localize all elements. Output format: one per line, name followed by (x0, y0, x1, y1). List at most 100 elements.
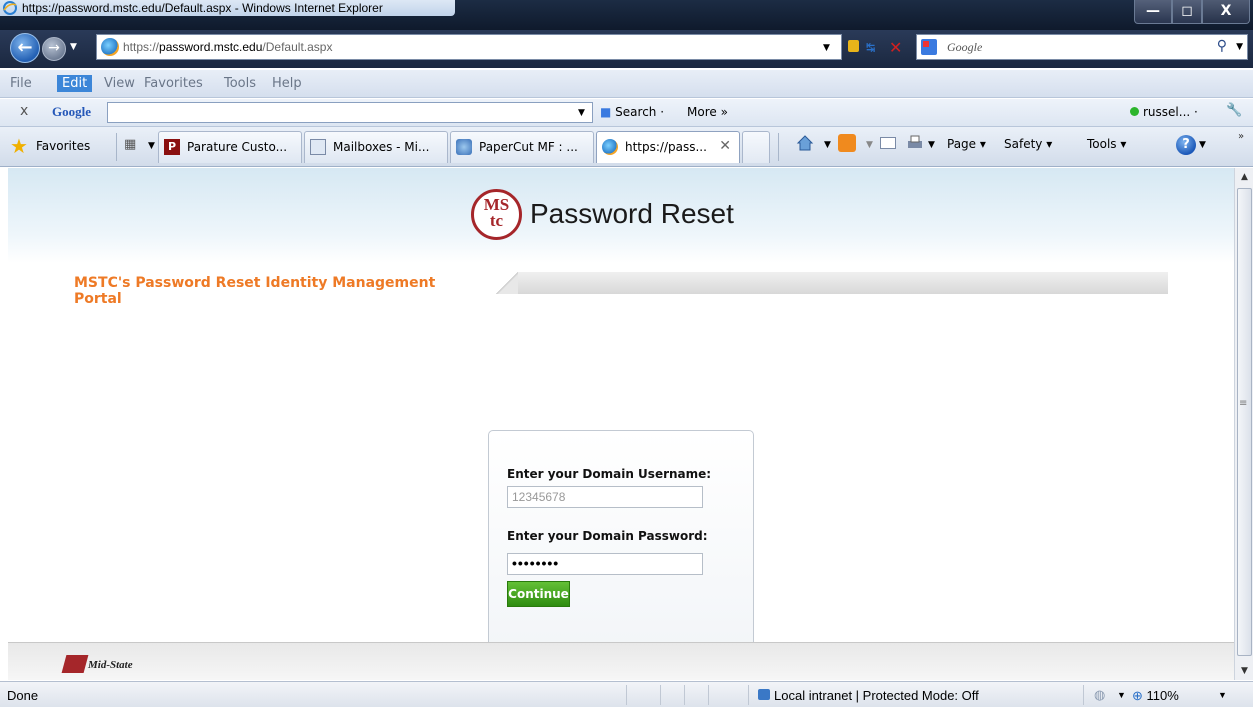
tab-label: https://pass... (625, 140, 707, 154)
lock-icon[interactable] (848, 40, 859, 52)
continue-button[interactable]: Continue (507, 581, 570, 607)
protected-mode-globe-icon[interactable]: ◍ (1094, 687, 1105, 703)
chevron-more-icon[interactable]: » (1238, 131, 1244, 142)
mid-state-logo-icon (61, 655, 89, 673)
portal-heading-band (504, 272, 1168, 294)
vertical-scrollbar[interactable]: ▲ ≡ ▼ (1234, 168, 1253, 680)
quick-tabs-icon[interactable]: ▦ (124, 137, 136, 152)
scroll-up-icon[interactable]: ▲ (1235, 168, 1253, 186)
url-scheme: https:// (123, 40, 160, 54)
site-icon (602, 139, 618, 155)
minimize-button[interactable]: — (1134, 0, 1172, 24)
print-dropdown-icon[interactable]: ▼ (928, 140, 935, 150)
scroll-down-icon[interactable]: ▼ (1235, 662, 1253, 680)
menu-bar: File Edit View Favorites Tools Help (0, 70, 1253, 98)
tab-parature[interactable]: P Parature Custo... (158, 131, 302, 163)
back-button[interactable]: ← (10, 33, 40, 63)
google-more-button[interactable]: More » (687, 105, 728, 119)
home-dropdown-icon[interactable]: ▼ (824, 140, 831, 150)
favorites-star-icon[interactable]: ★ (10, 136, 28, 156)
separator (626, 685, 627, 705)
papercut-icon (456, 139, 472, 155)
home-icon[interactable] (796, 134, 814, 152)
zoom-dropdown-icon[interactable]: ▼ (1218, 690, 1227, 700)
portal-heading-slant (496, 272, 518, 294)
address-dropdown-icon[interactable]: ▼ (823, 43, 830, 53)
menu-favorites[interactable]: Favorites (144, 76, 203, 91)
page-header: MS tc Password Reset (8, 168, 1234, 263)
separator (778, 133, 779, 161)
tab-password-reset[interactable]: https://pass... ✕ (596, 131, 740, 163)
portal-heading-bar: MSTC's Password Reset Identity Managemen… (64, 272, 1168, 307)
url-path: /Default.aspx (262, 40, 333, 54)
address-url[interactable]: https://password.mstc.edu/Default.aspx (123, 40, 332, 54)
tab-list-dropdown-icon[interactable]: ▼ (148, 141, 155, 151)
history-dropdown-icon[interactable]: ▼ (70, 42, 77, 52)
tab-mailboxes[interactable]: Mailboxes - Mi... (304, 131, 448, 163)
scrollbar-grip-icon: ≡ (1239, 398, 1248, 409)
username-field[interactable]: 12345678 (507, 486, 703, 508)
read-mail-icon[interactable] (880, 137, 896, 149)
feeds-icon[interactable] (838, 134, 856, 152)
google-user-name: russel... · (1143, 105, 1198, 119)
zoom-value: 110% (1146, 688, 1179, 703)
close-tab-icon[interactable]: ✕ (719, 138, 731, 154)
tab-label: PaperCut MF : ... (479, 140, 578, 154)
address-bar[interactable]: https://password.mstc.edu/Default.aspx (96, 34, 842, 60)
favorites-bar: ★ Favorites ▦ ▼ P Parature Custo... Mail… (0, 127, 1253, 167)
tools-menu[interactable]: Tools ▾ (1087, 137, 1126, 151)
tab-papercut[interactable]: PaperCut MF : ... (450, 131, 594, 163)
username-label: Enter your Domain Username: (507, 467, 712, 481)
stop-icon[interactable]: ✕ (889, 38, 902, 57)
forward-button[interactable]: → (42, 37, 66, 61)
close-window-button[interactable]: X (1202, 0, 1250, 24)
google-g-icon: ■ (600, 105, 612, 119)
scrollbar-thumb[interactable] (1237, 188, 1252, 656)
google-search-button[interactable]: ■ Search · (600, 105, 664, 119)
help-dropdown-icon[interactable]: ▼ (1199, 140, 1206, 150)
maximize-button[interactable]: ◻ (1172, 0, 1202, 24)
mailbox-icon (310, 139, 326, 155)
logo-line2: tc (489, 211, 504, 230)
menu-view[interactable]: View (104, 76, 135, 91)
new-tab-button[interactable] (742, 131, 770, 163)
separator (660, 685, 661, 705)
toolbar-close-icon[interactable]: x (20, 103, 28, 119)
parature-icon: P (164, 139, 180, 155)
google-toolbar: x Google ▼ ■ Search · More » russel... ·… (0, 99, 1253, 127)
ie-logo-icon (3, 1, 17, 15)
security-zone[interactable]: Local intranet | Protected Mode: Off (774, 688, 979, 703)
page-content: MS tc Password Reset MSTC's Password Res… (8, 168, 1234, 680)
help-icon[interactable]: ? (1176, 135, 1196, 155)
zoom-level[interactable]: ⊕ 110% (1132, 688, 1179, 704)
password-field[interactable]: •••••••• (507, 553, 703, 575)
google-search-dropdown-icon[interactable]: ▼ (578, 108, 585, 118)
status-text: Done (7, 688, 39, 703)
zone-dropdown-icon[interactable]: ▼ (1117, 690, 1126, 700)
wrench-icon[interactable]: 🔧 (1226, 103, 1242, 118)
print-icon[interactable] (906, 134, 924, 152)
google-search-provider-icon (921, 39, 937, 55)
menu-edit[interactable]: Edit (57, 75, 93, 92)
title-bar: https://password.mstc.edu/Default.aspx -… (0, 0, 1253, 30)
google-search-label: Search · (615, 105, 665, 119)
google-user-menu[interactable]: russel... · (1130, 105, 1198, 119)
safety-menu[interactable]: Safety ▾ (1004, 137, 1052, 151)
compatibility-view-icon[interactable]: ↹ (866, 41, 875, 54)
google-search-input[interactable] (107, 102, 593, 123)
google-logo: Google (52, 104, 91, 119)
search-icon[interactable]: ⚲ (1217, 38, 1227, 54)
menu-file[interactable]: File (10, 76, 32, 91)
favorites-button[interactable]: Favorites (36, 139, 90, 153)
search-box[interactable]: Google ⚲ ▼ (916, 34, 1248, 60)
separator (708, 685, 709, 705)
feeds-dropdown-icon[interactable]: ▼ (866, 140, 873, 150)
separator (684, 685, 685, 705)
page-title: Password Reset (530, 198, 734, 229)
page-menu[interactable]: Page ▾ (947, 137, 986, 151)
window-title: https://password.mstc.edu/Default.aspx -… (22, 1, 383, 15)
menu-help[interactable]: Help (272, 76, 302, 91)
portal-title: MSTC's Password Reset Identity Managemen… (64, 272, 496, 307)
search-dropdown-icon[interactable]: ▼ (1236, 42, 1243, 52)
menu-tools[interactable]: Tools (224, 76, 256, 91)
